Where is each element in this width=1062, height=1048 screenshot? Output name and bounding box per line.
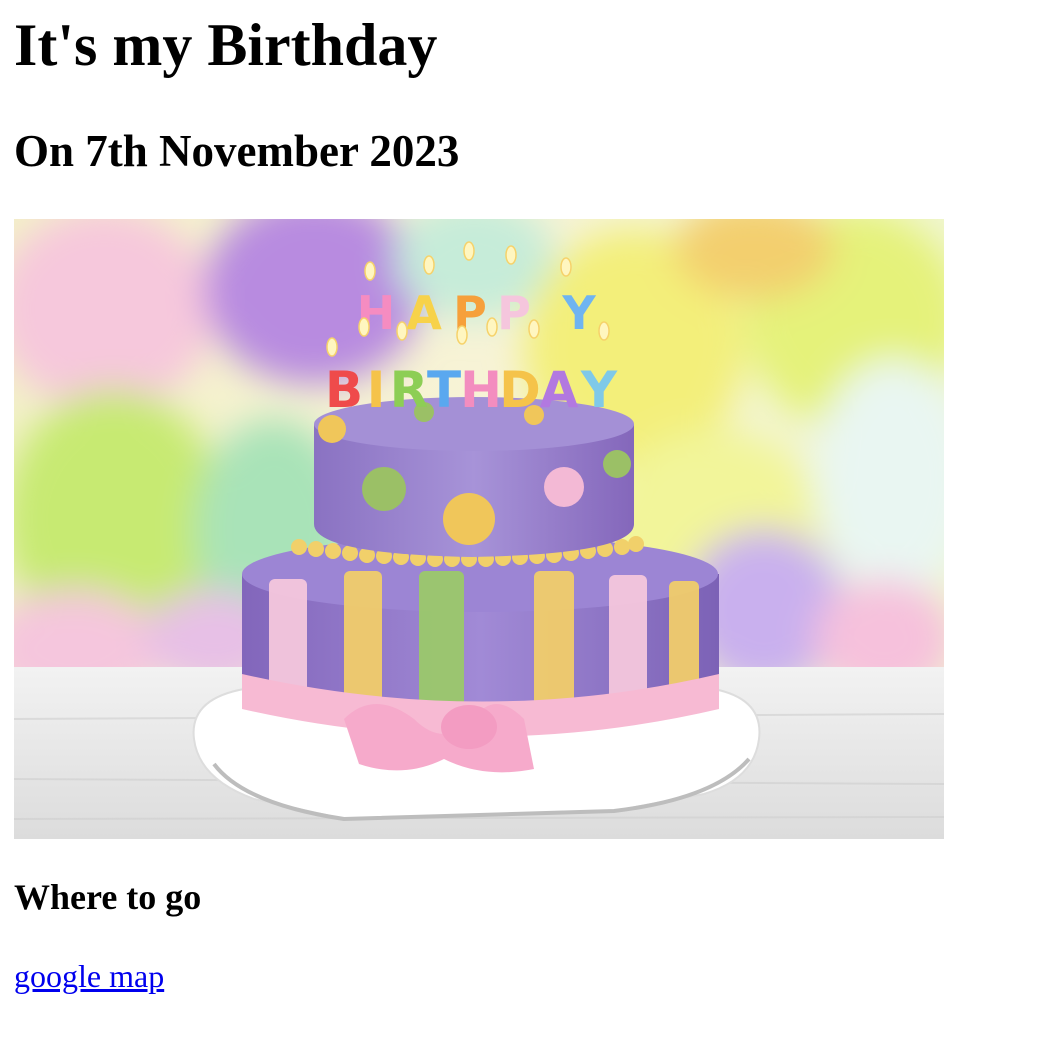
birthday-cake-image: H A P P Y B I R T H D A Y <box>14 219 944 839</box>
google-map-link[interactable]: google map <box>14 956 164 996</box>
page-title: It's my Birthday <box>14 12 438 78</box>
svg-text:Y: Y <box>580 361 618 419</box>
svg-text:B: B <box>325 361 363 419</box>
birthday-cake-illustration: H A P P Y B I R T H D A Y <box>14 219 944 839</box>
svg-text:H: H <box>460 361 502 419</box>
svg-text:D: D <box>499 361 541 419</box>
svg-text:A: A <box>406 286 442 340</box>
svg-text:Y: Y <box>561 286 596 340</box>
svg-text:P: P <box>497 286 531 340</box>
event-date: On 7th November 2023 <box>14 126 460 176</box>
svg-text:R: R <box>390 361 429 419</box>
svg-text:T: T <box>427 361 461 419</box>
section-title: Where to go <box>14 877 202 917</box>
svg-text:I: I <box>367 361 386 419</box>
svg-text:A: A <box>540 361 579 419</box>
